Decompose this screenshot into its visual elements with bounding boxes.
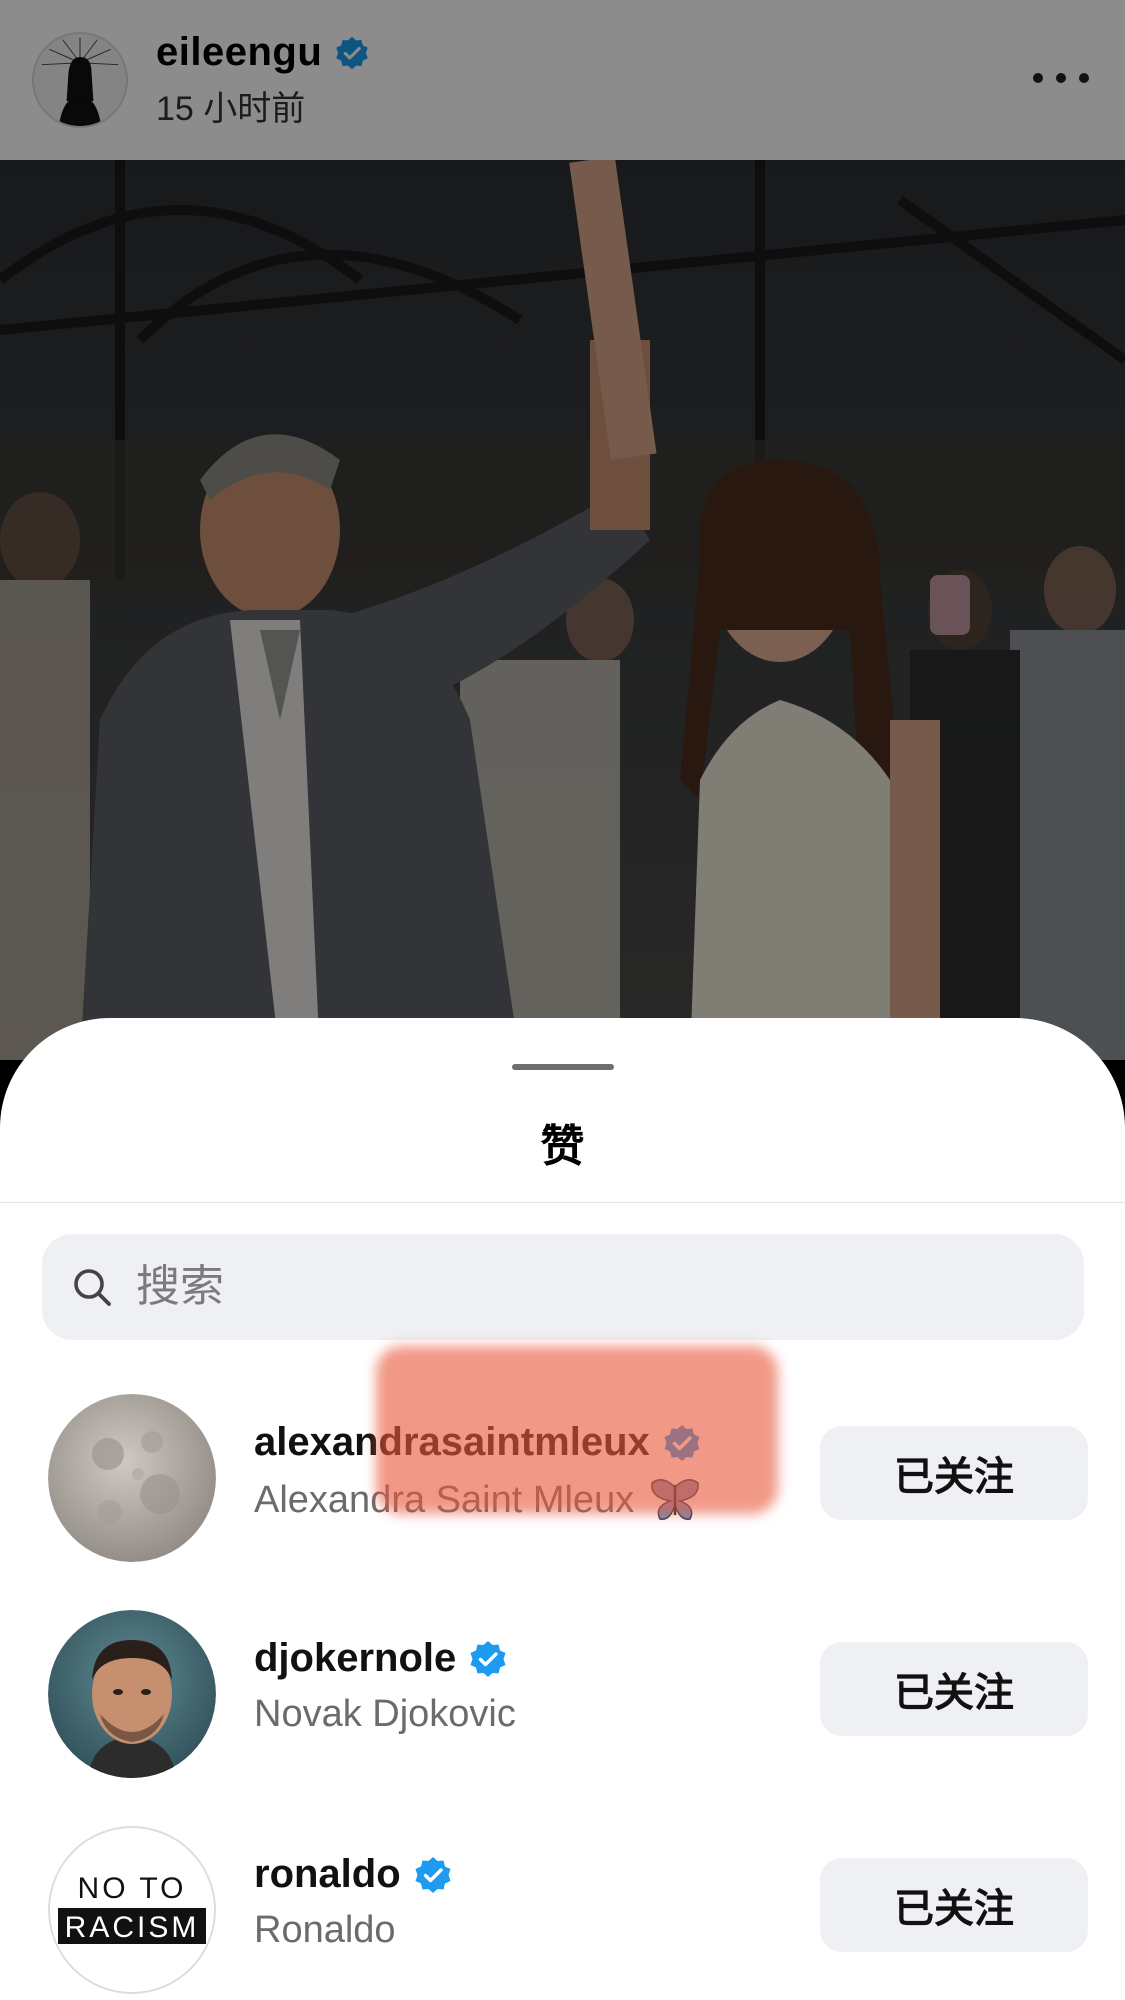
list-item[interactable]: NO TO RACISM ronaldo Ronaldo 已关注 xyxy=(0,1796,1125,2000)
like-fullname: Novak Djokovic xyxy=(254,1693,516,1735)
search-input[interactable] xyxy=(136,1262,1036,1312)
verified-badge-icon xyxy=(413,1855,453,1895)
search-box[interactable] xyxy=(42,1234,1084,1340)
following-button[interactable]: 已关注 xyxy=(820,1426,1088,1520)
search-icon xyxy=(70,1265,114,1309)
following-button[interactable]: 已关注 xyxy=(820,1642,1088,1736)
sheet-grabber[interactable] xyxy=(512,1064,614,1070)
like-username[interactable]: djokernole xyxy=(254,1636,456,1681)
list-item[interactable]: djokernole Novak Djokovic 已关注 xyxy=(0,1580,1125,1796)
sheet-title: 赞 xyxy=(540,1122,585,1171)
avatar-text-bottom: RACISM xyxy=(65,1911,200,1944)
avatar[interactable] xyxy=(48,1610,216,1778)
divider xyxy=(0,1202,1125,1203)
like-username[interactable]: ronaldo xyxy=(254,1852,401,1897)
avatar[interactable] xyxy=(48,1394,216,1562)
avatar[interactable]: NO TO RACISM xyxy=(48,1826,216,1994)
like-fullname: Ronaldo xyxy=(254,1909,396,1951)
highlight-annotation xyxy=(376,1346,778,1514)
following-button[interactable]: 已关注 xyxy=(820,1858,1088,1952)
verified-badge-icon xyxy=(468,1639,508,1679)
avatar-text-top: NO TO xyxy=(78,1872,187,1905)
